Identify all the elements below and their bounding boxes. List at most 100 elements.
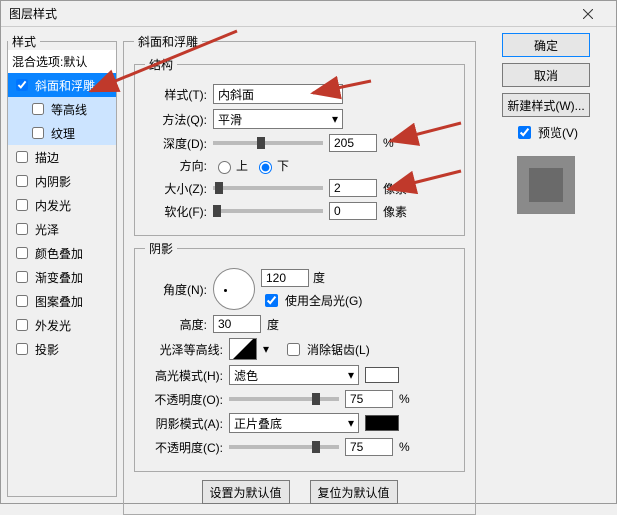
layer-style-dialog: 图层样式 样式 混合选项:默认斜面和浮雕等高线纹理描边内阴影内发光光泽颜色叠加渐… (0, 0, 617, 504)
style-item-描边[interactable]: 描边 (8, 145, 116, 169)
preview-check[interactable]: 预览(V) (514, 123, 578, 142)
style-item-label: 颜色叠加 (35, 245, 83, 262)
style-item-check[interactable] (16, 223, 28, 235)
preview-box (517, 156, 575, 214)
gloss-contour-picker[interactable] (229, 338, 257, 360)
soften-input[interactable] (329, 202, 377, 220)
bevel-group: 斜面和浮雕 结构 样式(T): 内斜面 方法(Q): 平滑 深度(D): (123, 33, 476, 515)
direction-label: 方向: (145, 157, 207, 174)
size-slider[interactable] (213, 186, 323, 190)
size-unit: 像素 (383, 180, 407, 197)
style-item-等高线[interactable]: 等高线 (8, 97, 116, 121)
style-item-投影[interactable]: 投影 (8, 337, 116, 361)
shading-legend: 阴影 (145, 240, 177, 257)
highlight-opacity-unit: % (399, 392, 410, 406)
style-list-panel: 样式 混合选项:默认斜面和浮雕等高线纹理描边内阴影内发光光泽颜色叠加渐变叠加图案… (7, 33, 117, 497)
style-item-check[interactable] (32, 103, 44, 115)
style-item-颜色叠加[interactable]: 颜色叠加 (8, 241, 116, 265)
soften-slider[interactable] (213, 209, 323, 213)
shadow-opacity-unit: % (399, 440, 410, 454)
close-icon (583, 9, 593, 19)
direction-up[interactable]: 上 (213, 157, 248, 174)
shadow-mode-label: 阴影模式(A): (145, 415, 223, 432)
technique-label: 方法(Q): (145, 111, 207, 128)
highlight-color-swatch[interactable] (365, 367, 399, 383)
shading-group: 阴影 角度(N): 度 使用全局光(G) 高度: (134, 240, 465, 472)
style-item-check[interactable] (16, 271, 28, 283)
style-item-check[interactable] (16, 295, 28, 307)
cancel-button[interactable]: 取消 (502, 63, 590, 87)
style-item-label: 图案叠加 (35, 293, 83, 310)
style-item-label: 外发光 (35, 317, 71, 334)
style-item-label: 描边 (35, 149, 59, 166)
bevel-legend: 斜面和浮雕 (134, 33, 202, 50)
size-label: 大小(Z): (145, 180, 207, 197)
angle-input[interactable] (261, 269, 309, 287)
soften-label: 软化(F): (145, 203, 207, 220)
angle-unit: 度 (313, 269, 325, 286)
highlight-mode-combo[interactable]: 滤色 (229, 365, 359, 385)
size-input[interactable] (329, 179, 377, 197)
style-item-内阴影[interactable]: 内阴影 (8, 169, 116, 193)
style-item-label: 渐变叠加 (35, 269, 83, 286)
make-default-button[interactable]: 设置为默认值 (202, 480, 290, 504)
altitude-input[interactable] (213, 315, 261, 333)
highlight-opacity-input[interactable] (345, 390, 393, 408)
antialias-check[interactable]: 消除锯齿(L) (283, 340, 370, 359)
style-item-check[interactable] (16, 319, 28, 331)
style-item-check[interactable] (16, 343, 28, 355)
style-item-label: 光泽 (35, 221, 59, 238)
structure-group: 结构 样式(T): 内斜面 方法(Q): 平滑 深度(D): % (134, 56, 465, 236)
style-item-斜面和浮雕[interactable]: 斜面和浮雕 (8, 73, 116, 97)
style-item-外发光[interactable]: 外发光 (8, 313, 116, 337)
shadow-mode-combo[interactable]: 正片叠底 (229, 413, 359, 433)
highlight-opacity-slider[interactable] (229, 397, 339, 401)
shadow-opacity-label: 不透明度(C): (145, 439, 223, 456)
shadow-opacity-input[interactable] (345, 438, 393, 456)
gloss-label: 光泽等高线: (145, 341, 223, 358)
altitude-unit: 度 (267, 316, 279, 333)
style-item-check[interactable] (32, 127, 44, 139)
style-item-check[interactable] (16, 79, 28, 91)
highlight-opacity-label: 不透明度(O): (145, 391, 223, 408)
style-item-check[interactable] (16, 151, 28, 163)
global-light-check[interactable]: 使用全局光(G) (261, 291, 362, 310)
close-button[interactable] (568, 2, 608, 26)
title-text: 图层样式 (9, 5, 568, 22)
style-item-check[interactable] (16, 199, 28, 211)
ok-button[interactable]: 确定 (502, 33, 590, 57)
style-item-check[interactable] (16, 247, 28, 259)
right-panel: 确定 取消 新建样式(W)... 预览(V) (482, 33, 610, 497)
style-item-内发光[interactable]: 内发光 (8, 193, 116, 217)
style-item-label: 纹理 (51, 125, 75, 142)
style-item-纹理[interactable]: 纹理 (8, 121, 116, 145)
angle-dial[interactable] (213, 268, 255, 310)
style-label: 样式(T): (145, 86, 207, 103)
chevron-down-icon[interactable]: ▾ (263, 342, 269, 356)
soften-unit: 像素 (383, 203, 407, 220)
shadow-opacity-slider[interactable] (229, 445, 339, 449)
style-item-光泽[interactable]: 光泽 (8, 217, 116, 241)
style-item-label: 等高线 (51, 101, 87, 118)
style-item-label: 斜面和浮雕 (35, 77, 95, 94)
new-style-button[interactable]: 新建样式(W)... (502, 93, 590, 117)
reset-default-button[interactable]: 复位为默认值 (310, 480, 398, 504)
depth-slider[interactable] (213, 141, 323, 145)
center-panel: 斜面和浮雕 结构 样式(T): 内斜面 方法(Q): 平滑 深度(D): (123, 33, 476, 497)
style-item-label: 投影 (35, 341, 59, 358)
shadow-color-swatch[interactable] (365, 415, 399, 431)
style-item-label: 内阴影 (35, 173, 71, 190)
direction-down[interactable]: 下 (254, 157, 289, 174)
style-item-图案叠加[interactable]: 图案叠加 (8, 289, 116, 313)
structure-legend: 结构 (145, 56, 177, 73)
style-item-check[interactable] (16, 175, 28, 187)
style-combo[interactable]: 内斜面 (213, 84, 343, 104)
style-item-label: 内发光 (35, 197, 71, 214)
highlight-mode-label: 高光模式(H): (145, 367, 223, 384)
depth-unit: % (383, 136, 394, 150)
blend-options-item[interactable]: 混合选项:默认 (8, 50, 116, 73)
depth-input[interactable] (329, 134, 377, 152)
technique-combo[interactable]: 平滑 (213, 109, 343, 129)
style-item-渐变叠加[interactable]: 渐变叠加 (8, 265, 116, 289)
titlebar: 图层样式 (1, 1, 616, 27)
